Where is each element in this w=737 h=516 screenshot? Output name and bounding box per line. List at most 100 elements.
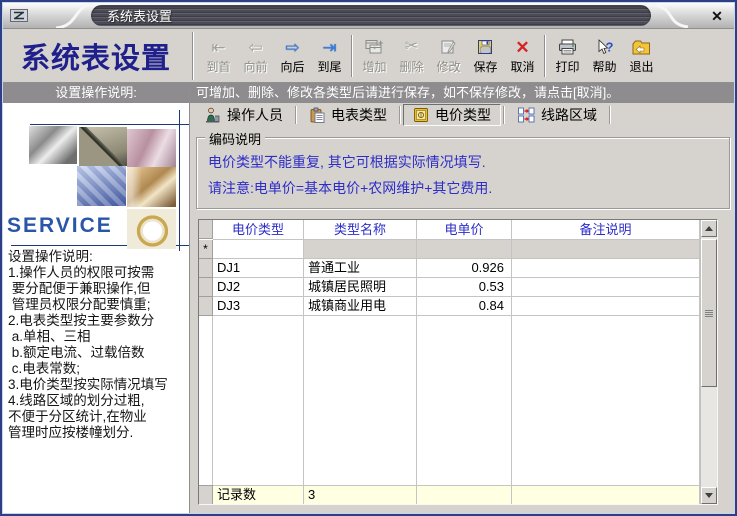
record-count-label: 记录数 — [213, 485, 304, 504]
footer-empty-cell — [512, 485, 700, 504]
cell-unit-price[interactable]: 0.84 — [417, 297, 512, 316]
table-row[interactable]: DJ1普通工业0.926 — [199, 259, 700, 278]
new-row-cell-1[interactable] — [417, 240, 512, 259]
cell-price-type[interactable]: DJ2 — [213, 278, 304, 297]
toolbar-separator — [544, 35, 546, 77]
tab-separator — [399, 106, 401, 124]
filler-column-3 — [512, 316, 700, 485]
svg-text:?: ? — [606, 40, 614, 55]
cell-note[interactable] — [512, 278, 700, 297]
toolbar-button-label: 取消 — [510, 58, 534, 75]
column-header-0[interactable]: 电价类型 — [213, 220, 304, 240]
row-selector[interactable] — [199, 259, 213, 278]
titlebar-swoosh-right — [649, 3, 689, 29]
cell-note[interactable] — [512, 259, 700, 278]
delete-button[interactable]: ✂删除 — [393, 32, 430, 80]
tab-operators[interactable]: 操作人员 — [193, 104, 293, 126]
cell-unit-price[interactable]: 0.53 — [417, 278, 512, 297]
column-header-3[interactable]: 备注说明 — [512, 220, 700, 240]
sidebar: 设置操作说明: SERVICE 设置操作说明:1.操作人员的权限可按需 要分配便… — [3, 83, 190, 513]
cell-unit-price[interactable]: 0.926 — [417, 259, 512, 278]
vertical-scrollbar[interactable] — [700, 220, 717, 504]
instruction-line: 2.电表类型按主要参数分 — [8, 313, 189, 329]
filler-column-1 — [304, 316, 417, 485]
save-button[interactable]: 保存 — [467, 32, 504, 80]
table-row[interactable]: DJ2城镇居民照明0.53 — [199, 278, 700, 297]
titlebar-band: 系统表设置 — [91, 5, 651, 26]
linked-documents-icon — [517, 107, 536, 123]
filler-column-0 — [213, 316, 304, 485]
instruction-line: 不便于分区统计,在物业 — [8, 409, 189, 425]
instruction-line: 设置操作说明: — [8, 249, 189, 265]
new-row-cell-2[interactable] — [512, 240, 700, 259]
tab-price-types[interactable]: 电价类型 — [403, 104, 501, 126]
filler-column-2 — [417, 316, 512, 485]
edit-note-icon — [440, 37, 457, 58]
grid-new-row[interactable]: * — [199, 240, 700, 259]
groupbox-note-line: 电价类型不能重复, 其它可根据实际情况填写. — [208, 149, 729, 175]
cell-type-name[interactable]: 普通工业 — [304, 259, 417, 278]
prev-button[interactable]: ⇦向前 — [237, 32, 274, 80]
titlebar[interactable]: 系统表设置 ✕ — [3, 3, 734, 29]
new-row-cell-0[interactable] — [304, 240, 417, 259]
groupbox-note-line: 请注意:电单价=基本电价+农网维护+其它费用. — [208, 175, 729, 201]
keyboard-photo — [77, 166, 126, 206]
thumb-grip-icon — [705, 310, 713, 317]
cell-note[interactable] — [512, 297, 700, 316]
exit-button[interactable]: 退出 — [623, 32, 660, 80]
table-row[interactable]: DJ3城镇商业用电0.84 — [199, 297, 700, 316]
cell-type-name[interactable]: 城镇居民照明 — [304, 278, 417, 297]
new-row-cell-type[interactable] — [213, 240, 304, 259]
tab-label: 电价类型 — [435, 105, 491, 125]
content-area: 可增加、删除、修改各类型后请进行保存，如不保存修改，请点击[取消]。 操作人员电… — [190, 83, 734, 513]
next-button[interactable]: ⇨向后 — [274, 32, 311, 80]
cell-type-name[interactable]: 城镇商业用电 — [304, 297, 417, 316]
row-selector-header[interactable] — [199, 220, 213, 239]
toolbar-button-label: 修改 — [436, 58, 460, 75]
clipboard-icon — [309, 107, 326, 123]
tab-line-areas[interactable]: 线路区域 — [507, 104, 607, 126]
sidebar-body: SERVICE 设置操作说明:1.操作人员的权限可按需 要分配便于兼职操作,但 … — [3, 103, 189, 513]
scroll-up-button[interactable] — [701, 220, 717, 237]
scroll-down-button[interactable] — [701, 487, 717, 504]
tab-separator — [295, 106, 297, 124]
row-selector[interactable] — [199, 278, 213, 297]
system-menu-icon[interactable] — [10, 9, 28, 27]
groupbox-legend: 编码说明 — [205, 129, 265, 148]
goto-first-icon: ⇤ — [211, 37, 225, 58]
triangle-up-icon — [705, 222, 713, 231]
cell-price-type[interactable]: DJ1 — [213, 259, 304, 278]
cancel-button[interactable]: ✕取消 — [504, 32, 541, 80]
printer-icon — [558, 37, 577, 58]
grid: 电价类型类型名称电单价备注说明*DJ1普通工业0.926DJ2城镇居民照明0.5… — [199, 220, 700, 504]
row-selector[interactable] — [199, 297, 213, 316]
edit-button[interactable]: 修改 — [430, 32, 467, 80]
pocket-watch-photo — [127, 209, 176, 249]
tab-separator — [503, 106, 505, 124]
filler-selector-column — [199, 316, 213, 485]
tab-meter-types[interactable]: 电表类型 — [299, 104, 397, 126]
tools-photo — [29, 126, 77, 164]
decorative-vline — [179, 110, 180, 251]
cell-price-type[interactable]: DJ3 — [213, 297, 304, 316]
scrollbar-thumb[interactable] — [701, 239, 717, 387]
scrollbar-track[interactable] — [701, 237, 717, 487]
instruction-line: 3.电价类型按实际情况填写 — [8, 377, 189, 393]
close-button[interactable]: ✕ — [708, 7, 726, 25]
add-button[interactable]: +*增加 — [356, 32, 393, 80]
goto-first-button[interactable]: ⇤到首 — [200, 32, 237, 80]
help-button[interactable]: ?帮助 — [586, 32, 623, 80]
instruction-line: b.额定电流、过载倍数 — [8, 345, 189, 361]
instruction-line: 1.操作人员的权限可按需 — [8, 265, 189, 281]
main-area: 设置操作说明: SERVICE 设置操作说明:1.操作人员的权限可按需 要分配便… — [3, 83, 734, 513]
grid-filler — [199, 316, 700, 485]
goto-last-button[interactable]: ⇥到尾 — [311, 32, 348, 80]
encoding-groupbox: 编码说明 电价类型不能重复, 其它可根据实际情况填写.请注意:电单价=基本电价+… — [196, 137, 730, 209]
column-header-2[interactable]: 电单价 — [417, 220, 512, 240]
instruction-line: c.电表常数; — [8, 361, 189, 377]
instruction-line: 要分配便于兼职操作,但 — [8, 281, 189, 297]
operator-person-icon — [203, 107, 222, 123]
column-header-1[interactable]: 类型名称 — [304, 220, 417, 240]
print-button[interactable]: 打印 — [549, 32, 586, 80]
tab-label: 线路区域 — [541, 105, 597, 125]
